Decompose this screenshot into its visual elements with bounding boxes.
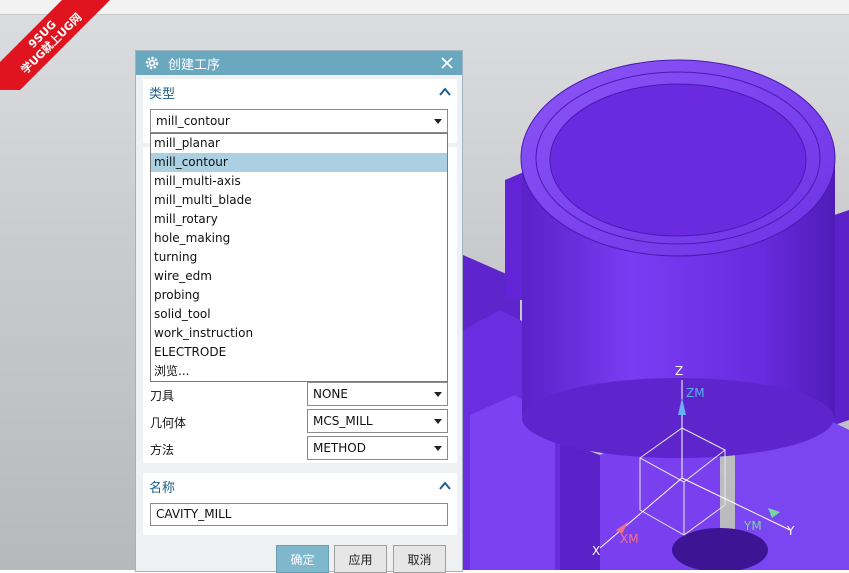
type-section-header[interactable]: 类型 xyxy=(143,79,457,105)
ok-button[interactable]: 确定 xyxy=(276,545,329,573)
geometry-label: 几何体 xyxy=(150,416,187,430)
dialog-title: 创建工序 xyxy=(168,57,221,73)
tool-select-value: NONE xyxy=(313,387,348,401)
type-dropdown-list[interactable]: mill_planar mill_contour mill_multi-axis… xyxy=(150,133,448,382)
method-select-value: METHOD xyxy=(313,441,366,455)
geometry-select-value: MCS_MILL xyxy=(313,414,373,428)
type-option-selected[interactable]: mill_contour xyxy=(151,153,447,172)
axis-xm-label: XM xyxy=(620,532,639,546)
dialog-titlebar[interactable]: 创建工序 xyxy=(136,51,462,75)
type-option-browse[interactable]: 浏览... xyxy=(151,362,447,381)
chevron-down-icon xyxy=(434,391,442,397)
cylinder-bottom-edge xyxy=(522,378,834,458)
method-select[interactable]: METHOD xyxy=(307,436,448,460)
type-option[interactable]: hole_making xyxy=(151,229,447,248)
type-option[interactable]: work_instruction xyxy=(151,324,447,343)
apply-button[interactable]: 应用 xyxy=(334,545,387,573)
gear-icon xyxy=(145,56,159,70)
type-option[interactable]: wire_edm xyxy=(151,267,447,286)
method-label: 方法 xyxy=(150,443,175,457)
cancel-button[interactable]: 取消 xyxy=(393,545,446,573)
type-option[interactable]: ELECTRODE xyxy=(151,343,447,362)
axis-z-label: Z xyxy=(675,364,684,378)
name-section-header[interactable]: 名称 xyxy=(143,473,457,499)
axis-x-label: X xyxy=(592,544,601,558)
geometry-select[interactable]: MCS_MILL xyxy=(307,409,448,433)
axis-y-label: Y xyxy=(787,524,795,538)
axis-ym-label: YM xyxy=(744,519,762,533)
tool-label: 刀具 xyxy=(150,389,175,403)
axis-zm-label: ZM xyxy=(686,386,705,400)
type-option[interactable]: mill_planar xyxy=(151,134,447,153)
chevron-down-icon xyxy=(434,445,442,451)
tool-select[interactable]: NONE xyxy=(307,382,448,406)
type-option[interactable]: mill_rotary xyxy=(151,210,447,229)
name-input[interactable]: CAVITY_MILL xyxy=(150,503,448,526)
type-section-title: 类型 xyxy=(149,86,176,102)
site-watermark: 9SUG 学UG就上UG网 xyxy=(0,0,110,90)
type-option[interactable]: turning xyxy=(151,248,447,267)
collapse-caret-icon[interactable] xyxy=(439,87,451,97)
type-option[interactable]: solid_tool xyxy=(151,305,447,324)
base-hole xyxy=(672,528,768,570)
cylinder-bore xyxy=(549,83,807,237)
type-option[interactable]: mill_multi-axis xyxy=(151,172,447,191)
type-option[interactable]: probing xyxy=(151,286,447,305)
type-select[interactable]: mill_contour xyxy=(150,109,448,133)
collapse-caret-icon[interactable] xyxy=(439,481,451,491)
chevron-down-icon xyxy=(434,118,442,124)
chevron-down-icon xyxy=(434,418,442,424)
type-option[interactable]: mill_multi_blade xyxy=(151,191,447,210)
type-select-value: mill_contour xyxy=(156,114,230,128)
close-icon[interactable] xyxy=(440,56,454,70)
name-section-title: 名称 xyxy=(149,480,176,496)
